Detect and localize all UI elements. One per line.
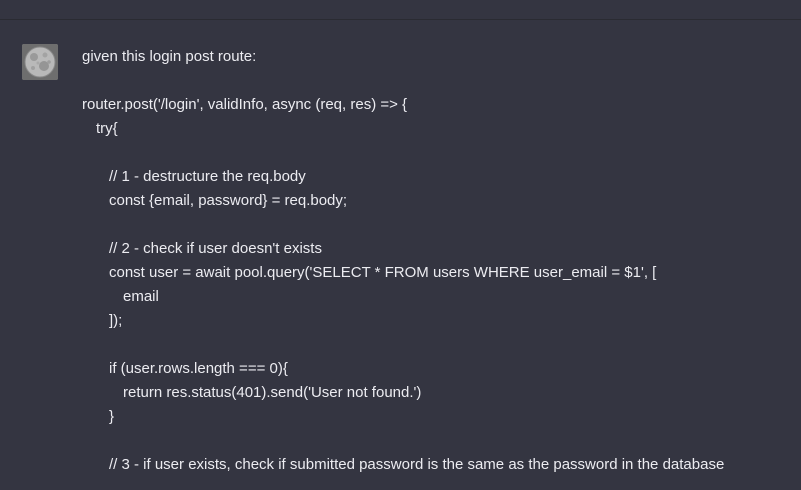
message-line: if (user.rows.length === 0){ <box>109 360 288 377</box>
message-line: router.post('/login', validInfo, async (… <box>82 96 408 113</box>
message-line: // 1 - destructure the req.body <box>109 168 306 185</box>
message-line: } <box>109 408 115 425</box>
message-line: const {email, password} = req.body; <box>109 192 348 209</box>
message-line: given this login post route: <box>82 48 257 65</box>
message-line: // 3 - if user exists, check if submitte… <box>109 456 725 473</box>
top-bar <box>0 0 801 20</box>
message-line: // 2 - check if user doesn't exists <box>109 240 322 257</box>
message-line: try{ <box>96 120 118 137</box>
message-line: const user = await pool.query('SELECT * … <box>109 264 657 281</box>
message-line: return res.status(401).send('User not fo… <box>123 384 422 401</box>
user-message: given this login post route: router.post(… <box>0 20 801 490</box>
message-line: email <box>123 288 159 305</box>
message-text: given this login post route: router.post(… <box>82 45 782 477</box>
message-line: ]); <box>109 312 123 329</box>
user-avatar-icon <box>22 44 58 80</box>
